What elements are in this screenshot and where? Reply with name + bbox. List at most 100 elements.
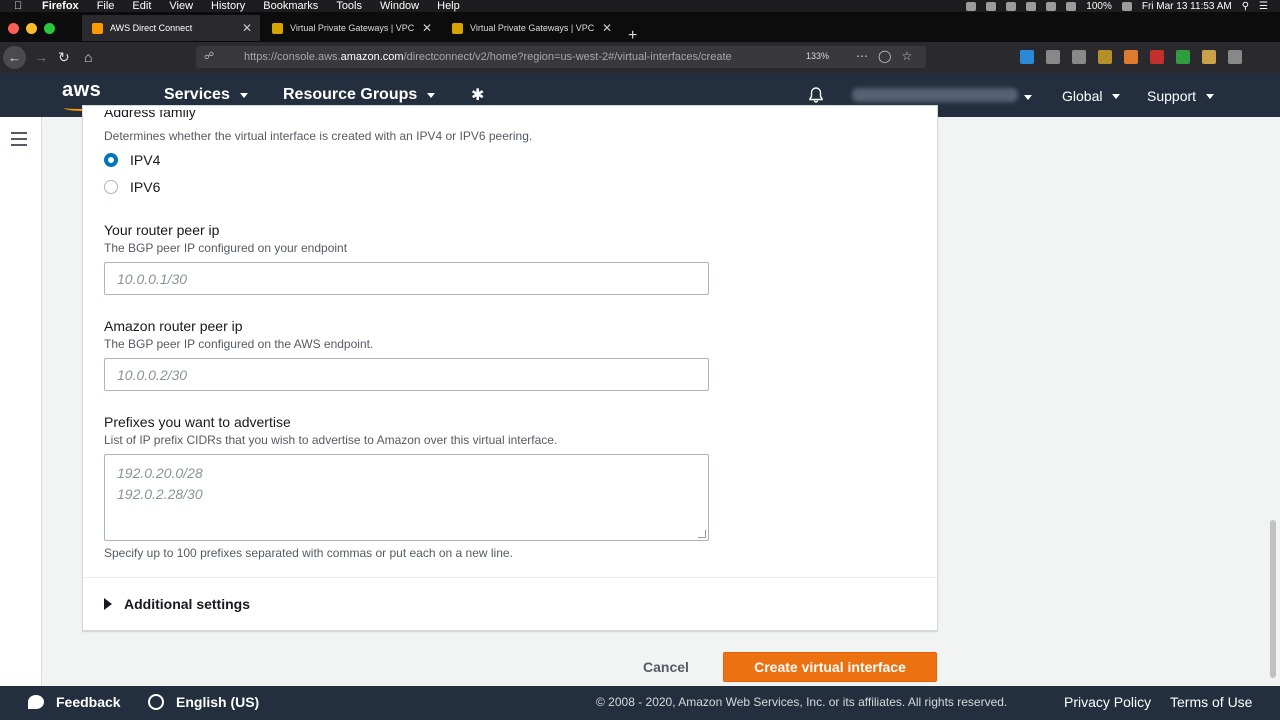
tab-virtual-private-gateways-2[interactable]: Virtual Private Gateways | VPC ✕: [442, 15, 620, 41]
page-scrollbar[interactable]: [1270, 520, 1276, 678]
aws-favicon-icon: [92, 22, 103, 34]
console-footer: Feedback English (US) © 2008 - 2020, Ama…: [0, 686, 1280, 720]
services-menu[interactable]: Services: [164, 86, 248, 104]
menu-tools[interactable]: Tools: [336, 0, 362, 12]
download-icon[interactable]: [1020, 50, 1034, 64]
radio-ipv4[interactable]: [104, 153, 118, 167]
clock[interactable]: Fri Mar 13 11:53 AM: [1142, 1, 1232, 12]
sidebar-icon[interactable]: [1072, 50, 1086, 64]
spotlight-icon[interactable]: ⚲: [1242, 1, 1249, 12]
pocket-icon[interactable]: ◯: [878, 49, 891, 63]
menu-icon[interactable]: [1228, 50, 1242, 64]
prefixes-label: Prefixes you want to advertise: [104, 414, 291, 430]
apple-icon[interactable]: : [14, 0, 28, 12]
tab-close-icon[interactable]: ✕: [422, 21, 432, 35]
pin-icon[interactable]: ✱: [471, 85, 484, 105]
chevron-down-icon: [427, 92, 436, 98]
url-bar[interactable]: ☍ https://console.aws.amazon.com/directc…: [196, 46, 926, 68]
extension-icon[interactable]: [1124, 50, 1138, 64]
prefixes-textarea[interactable]: 192.0.20.0/28 192.0.2.28/30: [104, 454, 709, 541]
amazon-peer-ip-input[interactable]: 10.0.0.2/30: [104, 358, 709, 391]
menu-history[interactable]: History: [211, 0, 245, 12]
radio-ipv4-label[interactable]: IPV4: [130, 152, 160, 168]
prefixes-placeholder-line: 192.0.20.0/28: [117, 465, 203, 481]
browser-nav-bar: ← → ↻ ⌂ ☍ https://console.aws.amazon.com…: [0, 42, 1280, 73]
prefixes-help-text: Specify up to 100 prefixes separated wit…: [104, 546, 513, 560]
reload-icon[interactable]: ↻: [58, 49, 70, 66]
wifi-icon[interactable]: [1046, 1, 1057, 11]
tab-title: AWS Direct Connect: [110, 23, 193, 33]
resize-handle-icon[interactable]: [698, 530, 706, 538]
screen-icon[interactable]: [966, 1, 977, 11]
router-peer-ip-description: The BGP peer IP configured on your endpo…: [104, 241, 348, 255]
url-actions: ⋯ ◯ ☆: [856, 49, 912, 63]
check-extension-icon[interactable]: [1176, 50, 1190, 64]
create-virtual-interface-button[interactable]: Create virtual interface: [723, 652, 937, 682]
support-menu[interactable]: Support: [1147, 88, 1215, 104]
tab-aws-direct-connect[interactable]: AWS Direct Connect ✕: [82, 15, 260, 41]
maximize-window-button[interactable]: [44, 23, 55, 34]
radio-ipv6-label[interactable]: IPV6: [130, 179, 160, 195]
vpc-favicon-icon: [452, 22, 463, 34]
home-icon[interactable]: ⌂: [84, 49, 92, 65]
chevron-down-icon[interactable]: [1024, 95, 1032, 100]
tab-virtual-private-gateways[interactable]: Virtual Private Gateways | VPC ✕: [262, 15, 440, 41]
notification-center-icon[interactable]: ☰: [1259, 1, 1268, 12]
cancel-button[interactable]: Cancel: [632, 652, 700, 682]
menu-file[interactable]: File: [97, 0, 115, 12]
additional-settings-toggle[interactable]: Additional settings: [104, 596, 250, 612]
lock-icon[interactable]: ☍: [204, 51, 214, 63]
close-window-button[interactable]: [8, 23, 19, 34]
address-family-description: Determines whether the virtual interface…: [104, 129, 533, 143]
vpc-favicon-icon: [272, 22, 283, 34]
forward-arrow-icon[interactable]: →: [34, 49, 48, 65]
extension-icon[interactable]: [1202, 50, 1216, 64]
speech-bubble-icon: [28, 695, 44, 709]
tab-close-icon[interactable]: ✕: [242, 21, 252, 35]
chevron-down-icon: [239, 92, 248, 98]
menu-window[interactable]: Window: [380, 0, 419, 12]
bell-icon[interactable]: [808, 87, 824, 103]
account-menu[interactable]: [852, 88, 1018, 102]
chevron-down-icon: [1112, 93, 1121, 99]
cloud-icon[interactable]: [986, 1, 997, 11]
copyright-text: © 2008 - 2020, Amazon Web Services, Inc.…: [596, 695, 1008, 709]
pdf-extension-icon[interactable]: [1150, 50, 1164, 64]
menu-view[interactable]: View: [169, 0, 193, 12]
menubar-status: 100% Fri Mar 13 11:53 AM ⚲ ☰: [966, 0, 1268, 12]
bluetooth-icon[interactable]: [1026, 1, 1037, 11]
router-peer-ip-label: Your router peer ip: [104, 222, 220, 238]
aws-logo[interactable]: aws: [62, 79, 102, 111]
tab-close-icon[interactable]: ✕: [602, 21, 612, 35]
library-icon[interactable]: [1046, 50, 1060, 64]
menu-help[interactable]: Help: [437, 0, 460, 12]
browser-tab-bar: AWS Direct Connect ✕ Virtual Private Gat…: [0, 12, 1280, 44]
more-actions-icon[interactable]: ⋯: [856, 49, 868, 63]
battery-percent: 100%: [1086, 0, 1112, 12]
extension-icon[interactable]: [1098, 50, 1112, 64]
battery-icon[interactable]: [1121, 1, 1132, 11]
zoom-level[interactable]: 133%: [806, 51, 829, 61]
resource-groups-menu[interactable]: Resource Groups: [283, 86, 436, 104]
prefixes-description: List of IP prefix CIDRs that you wish to…: [104, 433, 558, 447]
region-menu[interactable]: Global: [1062, 88, 1121, 104]
window-controls: [8, 23, 55, 34]
feedback-button[interactable]: Feedback: [28, 694, 121, 710]
menu-app[interactable]: Firefox: [42, 0, 79, 12]
dropbox-icon[interactable]: [1006, 1, 1017, 11]
amazon-peer-ip-label: Amazon router peer ip: [104, 318, 243, 334]
terms-of-use-link[interactable]: Terms of Use: [1170, 694, 1252, 710]
address-family-label: Address family: [104, 110, 196, 120]
hamburger-menu-icon[interactable]: [11, 132, 27, 150]
radio-ipv6[interactable]: [104, 180, 118, 194]
menu-edit[interactable]: Edit: [132, 0, 151, 12]
menu-bookmarks[interactable]: Bookmarks: [263, 0, 318, 12]
minimize-window-button[interactable]: [26, 23, 37, 34]
volume-icon[interactable]: [1066, 1, 1077, 11]
router-peer-ip-input[interactable]: 10.0.0.1/30: [104, 262, 709, 295]
back-arrow-icon[interactable]: ←: [3, 46, 26, 69]
privacy-policy-link[interactable]: Privacy Policy: [1064, 694, 1151, 710]
language-selector[interactable]: English (US): [148, 694, 259, 710]
url-text[interactable]: https://console.aws.amazon.com/directcon…: [244, 51, 732, 63]
bookmark-star-icon[interactable]: ☆: [901, 49, 912, 63]
